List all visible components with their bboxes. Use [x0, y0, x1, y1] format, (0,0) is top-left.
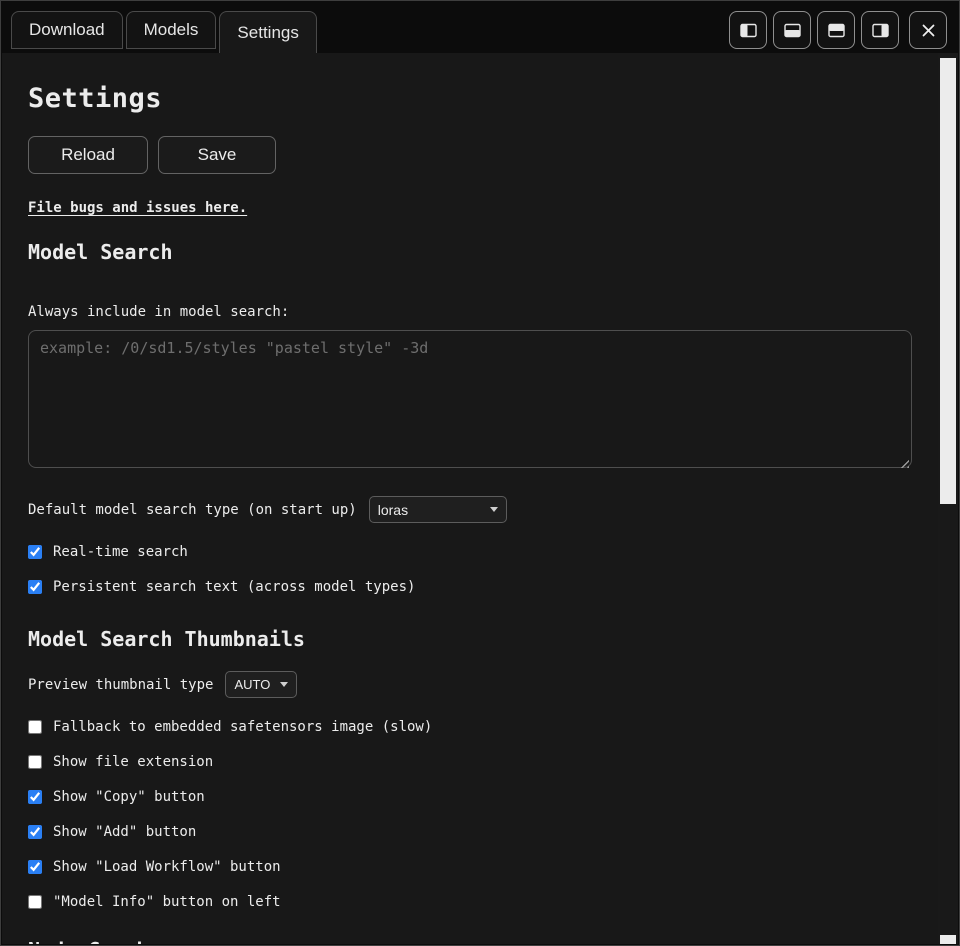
- chevron-down-icon: [280, 682, 288, 687]
- checkbox-row[interactable]: Show "Copy" button: [28, 787, 912, 807]
- scrollbar-thumb[interactable]: [940, 58, 956, 504]
- select-value: AUTO: [234, 677, 270, 692]
- close-icon: [919, 21, 938, 40]
- search-include-field: [28, 330, 912, 472]
- preview-thumbnail-row: Preview thumbnail type AUTO: [28, 671, 912, 698]
- checkbox-label: Show "Add" button: [53, 824, 196, 840]
- checkbox-row[interactable]: Real-time search: [28, 542, 912, 562]
- checkbox-row[interactable]: Show "Add" button: [28, 822, 912, 842]
- settings-panel: Settings Reload Save File bugs and issue…: [2, 53, 938, 944]
- window-controls: [729, 11, 947, 49]
- action-buttons: Reload Save: [28, 136, 912, 174]
- show-copy-button-checkbox[interactable]: [28, 790, 42, 804]
- checkbox-label: Real-time search: [53, 544, 188, 560]
- checkbox-label: "Model Info" button on left: [53, 894, 281, 910]
- model-search-include-textarea[interactable]: [28, 330, 912, 468]
- vertical-scrollbar[interactable]: [938, 53, 958, 944]
- model-search-heading: Model Search: [28, 240, 912, 264]
- checkbox-row[interactable]: Persistent search text (across model typ…: [28, 577, 912, 597]
- panel-top-icon: [827, 21, 846, 40]
- fallback-safetensors-checkbox[interactable]: [28, 720, 42, 734]
- model-info-left-checkbox[interactable]: [28, 895, 42, 909]
- checkbox-label: Show "Copy" button: [53, 789, 205, 805]
- thumbnails-heading: Model Search Thumbnails: [28, 627, 912, 651]
- chevron-down-icon: [490, 507, 498, 512]
- scrollbar-corner: [940, 935, 956, 944]
- checkbox-row[interactable]: Show file extension: [28, 752, 912, 772]
- file-bugs-link[interactable]: File bugs and issues here.: [28, 200, 247, 216]
- checkbox-row[interactable]: Show "Load Workflow" button: [28, 857, 912, 877]
- persistent-search-checkbox[interactable]: [28, 580, 42, 594]
- tab-bar: Download Models Settings: [1, 1, 959, 53]
- tab-settings[interactable]: Settings: [219, 11, 316, 53]
- tab-models[interactable]: Models: [126, 11, 217, 49]
- app-window: Download Models Settings: [0, 0, 960, 946]
- checkbox-label: Persistent search text (across model typ…: [53, 579, 415, 595]
- panel-bottom-icon: [783, 21, 802, 40]
- preview-thumbnail-select[interactable]: AUTO: [225, 671, 297, 698]
- checkbox-label: Show "Load Workflow" button: [53, 859, 281, 875]
- reload-button[interactable]: Reload: [28, 136, 148, 174]
- show-file-extension-checkbox[interactable]: [28, 755, 42, 769]
- default-search-type-select[interactable]: loras: [369, 496, 507, 523]
- checkbox-row[interactable]: Fallback to embedded safetensors image (…: [28, 717, 912, 737]
- checkbox-row[interactable]: "Model Info" button on left: [28, 892, 912, 912]
- realtime-search-checkbox[interactable]: [28, 545, 42, 559]
- select-value: loras: [378, 502, 408, 518]
- node-graph-heading: Node Graph: [28, 938, 912, 944]
- panel-right-icon: [871, 21, 890, 40]
- tab-download[interactable]: Download: [11, 11, 123, 49]
- sidebar-right-button[interactable]: [861, 11, 899, 49]
- panel-left-icon: [739, 21, 758, 40]
- checkbox-label: Fallback to embedded safetensors image (…: [53, 719, 432, 735]
- always-include-label: Always include in model search:: [28, 304, 912, 320]
- checkbox-label: Show file extension: [53, 754, 213, 770]
- close-button[interactable]: [909, 11, 947, 49]
- save-button[interactable]: Save: [158, 136, 276, 174]
- default-search-type-row: Default model search type (on start up) …: [28, 496, 912, 523]
- sidebar-top-button[interactable]: [817, 11, 855, 49]
- sidebar-left-button[interactable]: [729, 11, 767, 49]
- preview-thumbnail-label: Preview thumbnail type: [28, 677, 213, 693]
- sidebar-bottom-button[interactable]: [773, 11, 811, 49]
- default-search-type-label: Default model search type (on start up): [28, 502, 357, 518]
- page-title: Settings: [28, 83, 912, 114]
- show-add-button-checkbox[interactable]: [28, 825, 42, 839]
- show-load-workflow-checkbox[interactable]: [28, 860, 42, 874]
